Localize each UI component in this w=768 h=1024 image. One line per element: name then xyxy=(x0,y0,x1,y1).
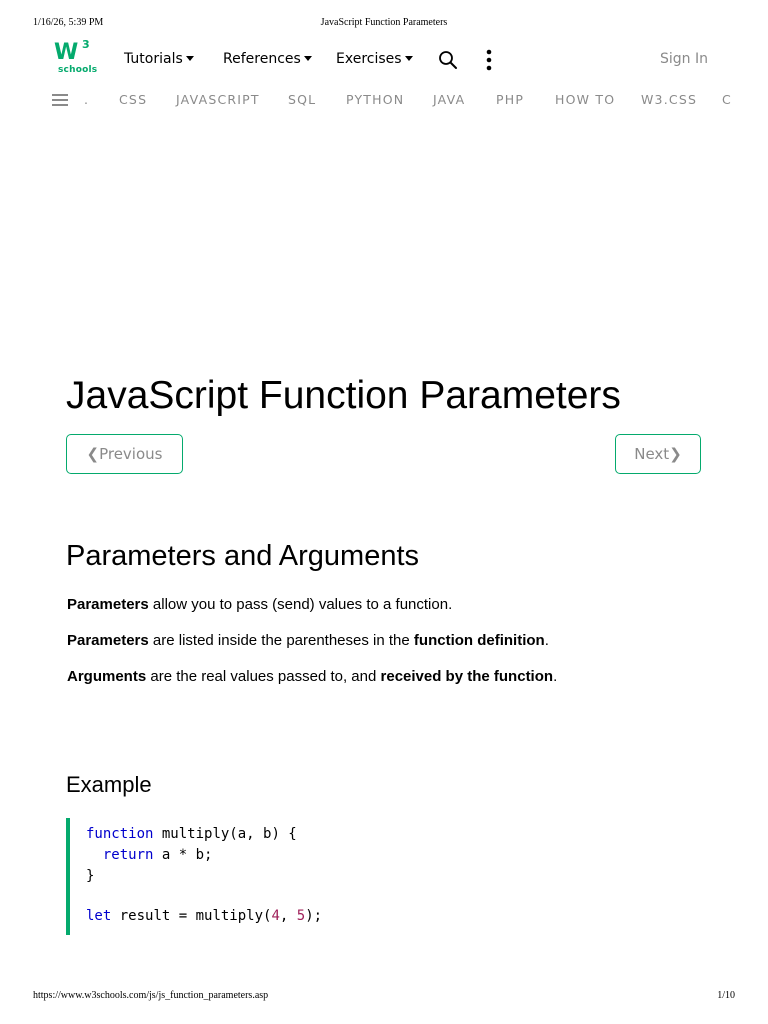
code-number: 4 xyxy=(271,908,280,924)
text: . xyxy=(544,632,549,649)
paragraph-parameters-intro: Parameters allow you to pass (send) valu… xyxy=(67,596,452,613)
references-menu[interactable]: References xyxy=(223,51,312,67)
print-url: https://www.w3schools.com/js/js_function… xyxy=(33,990,269,1001)
next-label: Next xyxy=(634,445,670,463)
subnav-item-css[interactable]: CSS xyxy=(119,92,147,107)
code-line: } xyxy=(86,868,94,884)
chevron-right-icon: ❯ xyxy=(669,445,682,463)
print-page-title: JavaScript Function Parameters xyxy=(320,17,448,28)
logo-3: 3 xyxy=(82,38,90,51)
bold-text: received by the function xyxy=(380,668,554,685)
code-line: function multiply(a, b) { xyxy=(86,826,297,842)
w3schools-logo[interactable]: W 3 schools xyxy=(54,38,98,80)
subnav-item-php[interactable]: PHP xyxy=(496,92,524,107)
code-text: result = multiply( xyxy=(111,908,272,924)
tutorials-label: Tutorials xyxy=(124,51,183,67)
paragraph-parameters-definition: Parameters are listed inside the parenth… xyxy=(67,632,549,649)
print-page-number: 1/10 xyxy=(717,990,735,1001)
subnav-item-c[interactable]: C xyxy=(722,92,732,107)
text: are listed inside the parentheses in the xyxy=(148,632,414,649)
page-title: JavaScript Function Parameters xyxy=(66,374,621,417)
caret-down-icon xyxy=(303,56,312,61)
code-line: return a * b; xyxy=(86,847,213,863)
bold-text: Parameters xyxy=(67,596,149,613)
caret-down-icon xyxy=(404,56,413,61)
sign-in-link[interactable]: Sign In xyxy=(660,51,708,67)
previous-button[interactable]: ❮ Previous xyxy=(66,434,183,474)
previous-label: Previous xyxy=(99,445,163,463)
code-text: , xyxy=(279,908,297,924)
bold-text: function definition xyxy=(413,632,545,649)
caret-down-icon xyxy=(185,56,194,61)
hamburger-menu-icon[interactable] xyxy=(52,94,68,106)
code-text: multiply(a, b) { xyxy=(153,826,297,842)
more-vertical-icon[interactable] xyxy=(484,49,494,71)
tutorials-menu[interactable]: Tutorials xyxy=(124,51,194,67)
bold-text: Arguments xyxy=(67,668,147,685)
print-footer: https://www.w3schools.com/js/js_function… xyxy=(33,990,735,1004)
search-icon[interactable] xyxy=(438,50,458,70)
next-button[interactable]: Next ❯ xyxy=(615,434,701,474)
chevron-left-icon: ❮ xyxy=(86,445,100,463)
code-keyword: return xyxy=(102,847,154,863)
code-number: 5 xyxy=(296,908,306,924)
code-text: } xyxy=(86,868,95,884)
text: . xyxy=(553,668,558,685)
print-header: 1/16/26, 5:39 PM JavaScript Function Par… xyxy=(33,17,735,31)
text: are the real values passed to, and xyxy=(146,668,381,685)
references-label: References xyxy=(223,51,301,67)
subnav-item-python[interactable]: PYTHON xyxy=(346,92,404,107)
code-keyword: function xyxy=(86,826,154,842)
code-text: ); xyxy=(305,908,323,924)
subnav-item-howto[interactable]: HOW TO xyxy=(555,92,615,107)
paragraph-arguments: Arguments are the real values passed to,… xyxy=(67,668,557,685)
subject-nav: . CSS JAVASCRIPT SQL PYTHON JAVA PHP HOW… xyxy=(50,90,732,110)
subnav-item-javascript[interactable]: JAVASCRIPT xyxy=(176,92,260,107)
subnav-item-truncated[interactable]: . xyxy=(84,92,89,107)
subnav-item-java[interactable]: JAVA xyxy=(433,92,465,107)
logo-w: W xyxy=(54,40,78,65)
top-navbar: W 3 schools Tutorials References Exercis… xyxy=(50,38,708,82)
exercises-menu[interactable]: Exercises xyxy=(336,51,413,67)
text: allow you to pass (send) values to a fun… xyxy=(148,596,453,613)
code-text: a * b; xyxy=(153,847,213,863)
code-keyword: let xyxy=(86,908,112,924)
subnav-item-sql[interactable]: SQL xyxy=(288,92,316,107)
example-title: Example xyxy=(66,772,152,797)
subnav-item-w3css[interactable]: W3.CSS xyxy=(641,92,697,107)
bold-text: Parameters xyxy=(67,632,149,649)
logo-schools: schools xyxy=(58,65,98,75)
code-line: let result = multiply(4, 5); xyxy=(86,908,322,924)
exercises-label: Exercises xyxy=(336,51,402,67)
section-title: Parameters and Arguments xyxy=(66,540,420,572)
code-example: function multiply(a, b) { return a * b; … xyxy=(66,818,470,935)
